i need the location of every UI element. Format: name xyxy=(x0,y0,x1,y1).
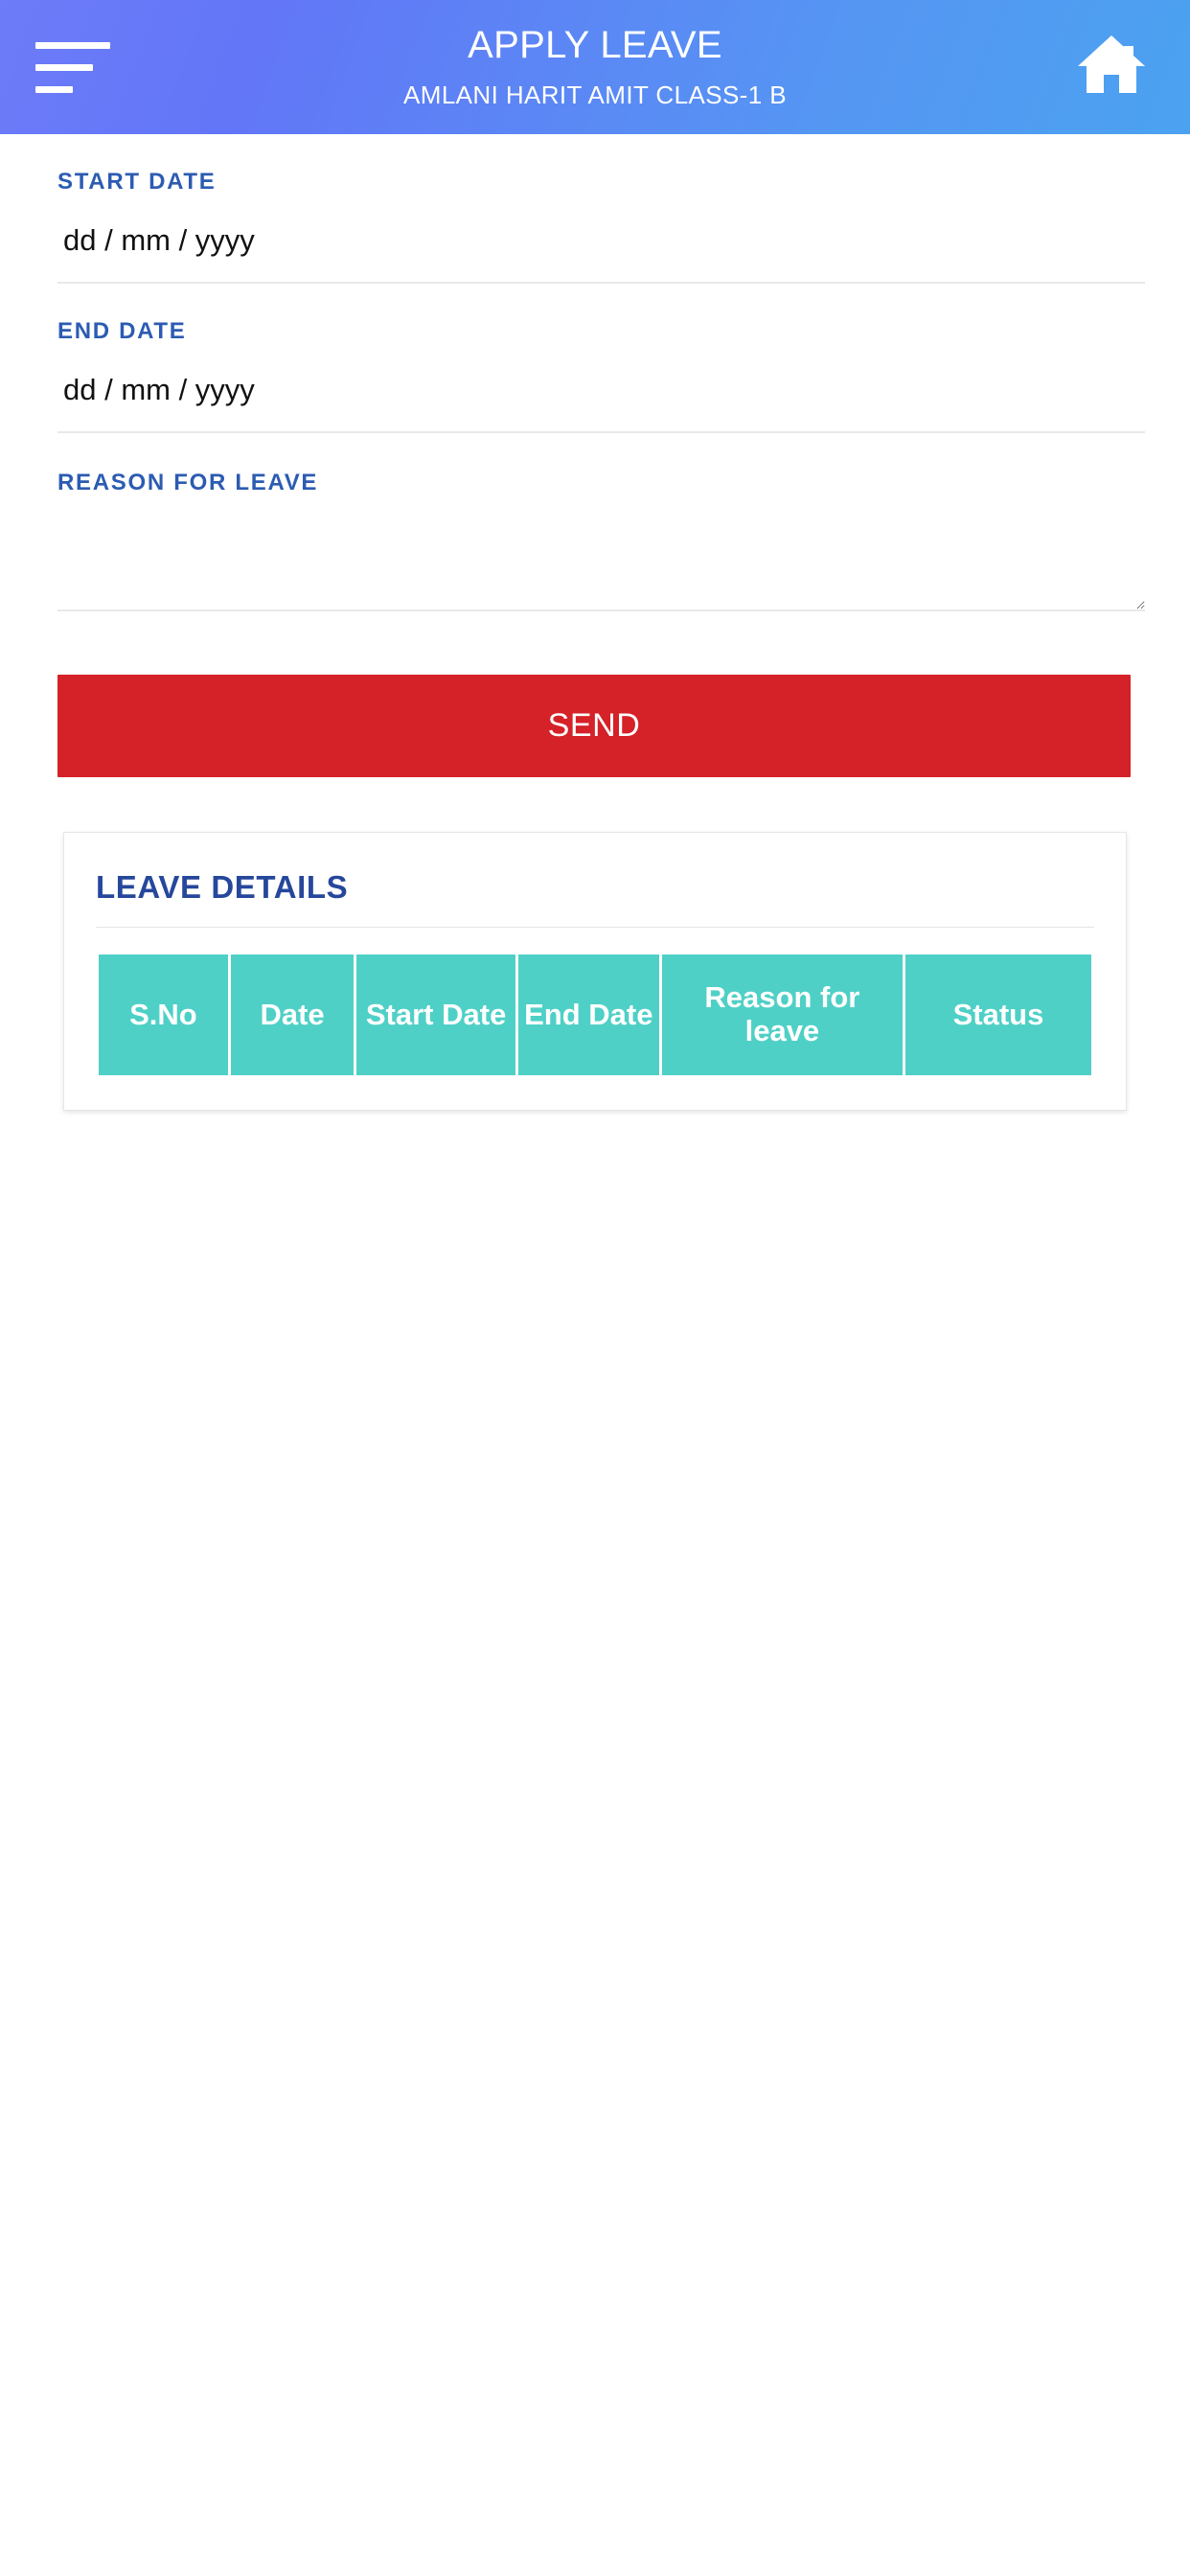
hamburger-menu-icon[interactable] xyxy=(35,42,110,96)
column-header-status[interactable]: Status xyxy=(904,954,1091,1075)
end-date-field-group: END DATE xyxy=(57,284,1145,433)
leave-table-header-row: S.No Date Start Date End Date Reason for… xyxy=(99,954,1091,1075)
app-bar: APPLY LEAVE AMLANI HARIT AMIT CLASS-1 B xyxy=(0,0,1190,134)
app-bar-title-group: APPLY LEAVE AMLANI HARIT AMIT CLASS-1 B xyxy=(403,26,787,109)
start-date-input[interactable] xyxy=(57,213,1145,284)
column-header-date[interactable]: Date xyxy=(230,954,355,1075)
hamburger-bar-3 xyxy=(35,86,73,93)
end-date-label: END DATE xyxy=(57,318,187,344)
send-button-container: SEND xyxy=(0,675,1190,777)
column-header-sno[interactable]: S.No xyxy=(99,954,228,1075)
page-title: APPLY LEAVE xyxy=(468,23,722,66)
column-header-start-date[interactable]: Start Date xyxy=(356,954,515,1075)
start-date-field-group: START DATE xyxy=(57,134,1145,284)
hamburger-bar-2 xyxy=(35,64,93,71)
reason-for-leave-textarea[interactable] xyxy=(57,523,1145,611)
leave-table-head: S.No Date Start Date End Date Reason for… xyxy=(99,954,1091,1075)
column-header-end-date[interactable]: End Date xyxy=(517,954,659,1075)
apply-leave-form: START DATE END DATE REASON FOR LEAVE xyxy=(0,134,1190,611)
leave-details-card: LEAVE DETAILS S.No Date Start Date End D… xyxy=(63,832,1127,1111)
leave-details-divider xyxy=(96,927,1094,928)
reason-field-group: REASON FOR LEAVE xyxy=(57,433,1145,611)
leave-details-title: LEAVE DETAILS xyxy=(96,869,349,905)
send-button[interactable]: SEND xyxy=(57,675,1131,777)
leave-details-table: S.No Date Start Date End Date Reason for… xyxy=(96,954,1094,1075)
leave-details-container: LEAVE DETAILS S.No Date Start Date End D… xyxy=(0,832,1190,1111)
student-name-class-subtitle: AMLANI HARIT AMIT CLASS-1 B xyxy=(403,80,787,109)
reason-for-leave-label: REASON FOR LEAVE xyxy=(57,470,319,495)
start-date-label: START DATE xyxy=(57,169,217,195)
column-header-reason[interactable]: Reason for leave xyxy=(661,954,903,1075)
hamburger-bar-1 xyxy=(35,42,110,49)
home-icon[interactable] xyxy=(1076,31,1147,98)
end-date-input[interactable] xyxy=(57,362,1145,433)
